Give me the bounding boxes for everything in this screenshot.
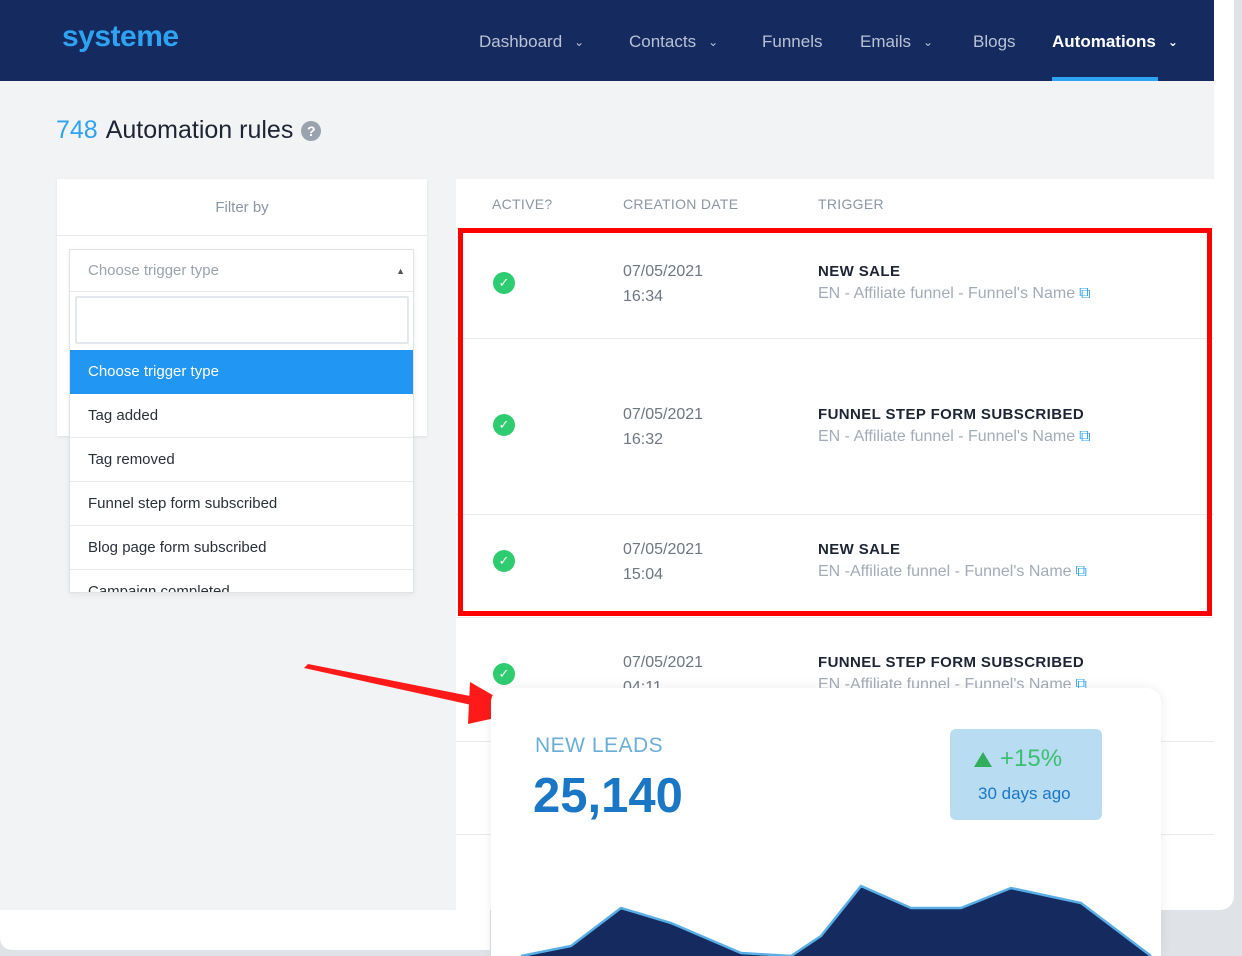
dropdown-option-blog-page[interactable]: Blog page form subscribed bbox=[70, 526, 413, 570]
dropdown-option-tag-added[interactable]: Tag added bbox=[70, 394, 413, 438]
leads-change-badge: +15% 30 days ago bbox=[950, 729, 1102, 820]
external-link-icon[interactable]: ⧉ bbox=[1076, 563, 1087, 581]
triangle-up-icon bbox=[974, 751, 992, 767]
table-row-date: 07/05/2021 15:04 bbox=[623, 537, 703, 587]
column-header-active: ACTIVE? bbox=[492, 196, 553, 212]
row-date: 07/05/2021 bbox=[623, 406, 704, 423]
automation-count: 748 bbox=[56, 116, 98, 144]
row-time: 15:04 bbox=[623, 566, 664, 583]
row-date: 07/05/2021 bbox=[623, 541, 704, 558]
trigger-type-select[interactable]: Choose trigger type ▲ bbox=[70, 250, 413, 292]
row-divider bbox=[456, 338, 1214, 339]
top-navbar: systeme Dashboard ⌄ Contacts ⌄ Funnels E… bbox=[0, 0, 1214, 81]
row-trigger-detail[interactable]: EN - Affiliate funnel - Funnel's Name ⧉ bbox=[818, 285, 1091, 303]
leads-value: 25,140 bbox=[533, 769, 683, 823]
row-trigger: FUNNEL STEP FORM SUBSCRIBED bbox=[818, 654, 1085, 671]
chevron-down-icon: ⌄ bbox=[1167, 35, 1178, 49]
caret-up-icon: ▲ bbox=[396, 265, 405, 276]
row-trigger-detail-text: EN - Affiliate funnel - Funnel's Name bbox=[818, 285, 1076, 302]
active-nav-indicator bbox=[1052, 77, 1158, 81]
filter-heading: Filter by bbox=[57, 179, 427, 236]
leads-sparkline bbox=[491, 884, 1161, 956]
question-circle-icon[interactable]: ? bbox=[301, 120, 322, 141]
nav-contacts-label: Contacts bbox=[629, 32, 697, 51]
chevron-down-icon: ⌄ bbox=[574, 35, 585, 49]
row-trigger: NEW SALE bbox=[818, 541, 901, 558]
nav-contacts[interactable]: Contacts ⌄ bbox=[629, 32, 718, 52]
trigger-type-dropdown[interactable]: Choose trigger type ▲ Choose trigger typ… bbox=[69, 249, 414, 593]
systeme-logo[interactable]: systeme bbox=[62, 20, 179, 54]
dropdown-option-choose[interactable]: Choose trigger type bbox=[70, 350, 413, 394]
dropdown-option-tag-removed[interactable]: Tag removed bbox=[70, 438, 413, 482]
dropdown-options: Choose trigger type Tag added Tag remove… bbox=[70, 350, 413, 592]
dropdown-option-funnel-step[interactable]: Funnel step form subscribed bbox=[70, 482, 413, 526]
row-date: 07/05/2021 bbox=[623, 654, 704, 671]
nav-funnels-label: Funnels bbox=[762, 32, 823, 51]
dropdown-search-wrap bbox=[70, 292, 413, 350]
column-header-creation-date: CREATION DATE bbox=[623, 196, 739, 212]
arrow-shaft bbox=[304, 664, 480, 706]
row-divider bbox=[456, 514, 1214, 515]
row-date: 07/05/2021 bbox=[623, 263, 704, 280]
row-time: 16:34 bbox=[623, 288, 664, 305]
table-row-date: 07/05/2021 16:32 bbox=[623, 402, 703, 452]
active-check-icon[interactable]: ✓ bbox=[493, 414, 515, 436]
nav-automations-label: Automations bbox=[1052, 32, 1156, 51]
trigger-type-select-value: Choose trigger type bbox=[88, 262, 219, 279]
page-bottom-panel bbox=[0, 910, 490, 950]
nav-dashboard[interactable]: Dashboard ⌄ bbox=[479, 32, 584, 52]
header-divider bbox=[456, 228, 1214, 229]
leads-change-value: +15% bbox=[1000, 745, 1063, 772]
nav-emails[interactable]: Emails ⌄ bbox=[860, 32, 933, 52]
nav-dashboard-label: Dashboard bbox=[479, 32, 563, 51]
chevron-down-icon: ⌄ bbox=[708, 35, 719, 49]
scrollbar-gutter bbox=[1214, 0, 1234, 910]
row-trigger: NEW SALE bbox=[818, 263, 901, 280]
column-header-trigger: TRIGGER bbox=[818, 196, 884, 212]
row-trigger-detail-text: EN - Affiliate funnel - Funnel's Name bbox=[818, 428, 1076, 445]
active-check-icon[interactable]: ✓ bbox=[493, 272, 515, 294]
external-link-icon[interactable]: ⧉ bbox=[1079, 428, 1090, 446]
row-trigger-detail[interactable]: EN - Affiliate funnel - Funnel's Name ⧉ bbox=[818, 428, 1091, 446]
new-leads-card: NEW LEADS 25,140 +15% 30 days ago bbox=[491, 688, 1161, 956]
nav-emails-label: Emails bbox=[860, 32, 912, 51]
row-trigger-detail-text: EN -Affiliate funnel - Funnel's Name bbox=[818, 563, 1072, 580]
active-check-icon[interactable]: ✓ bbox=[493, 550, 515, 572]
page-title-text: Automation rules bbox=[105, 116, 294, 144]
table-row-date: 07/05/2021 16:34 bbox=[623, 259, 703, 309]
nav-blogs[interactable]: Blogs bbox=[973, 32, 1016, 52]
page-title: 748 Automation rules ? bbox=[56, 116, 322, 145]
row-trigger: FUNNEL STEP FORM SUBSCRIBED bbox=[818, 406, 1085, 423]
nav-funnels[interactable]: Funnels bbox=[762, 32, 822, 52]
external-link-icon[interactable]: ⧉ bbox=[1079, 285, 1090, 303]
nav-blogs-label: Blogs bbox=[973, 32, 1016, 51]
leads-period: 30 days ago bbox=[978, 784, 1071, 803]
row-divider bbox=[456, 617, 1214, 618]
leads-change: +15% bbox=[974, 745, 1062, 773]
dropdown-option-campaign[interactable]: Campaign completed bbox=[70, 570, 413, 592]
sparkline-area bbox=[491, 886, 1161, 956]
dropdown-search-input[interactable] bbox=[75, 296, 409, 344]
leads-label: NEW LEADS bbox=[535, 734, 664, 757]
nav-automations[interactable]: Automations ⌄ bbox=[1052, 32, 1178, 52]
row-time: 16:32 bbox=[623, 431, 664, 448]
row-trigger-detail[interactable]: EN -Affiliate funnel - Funnel's Name ⧉ bbox=[818, 563, 1087, 581]
chevron-down-icon: ⌄ bbox=[923, 35, 934, 49]
